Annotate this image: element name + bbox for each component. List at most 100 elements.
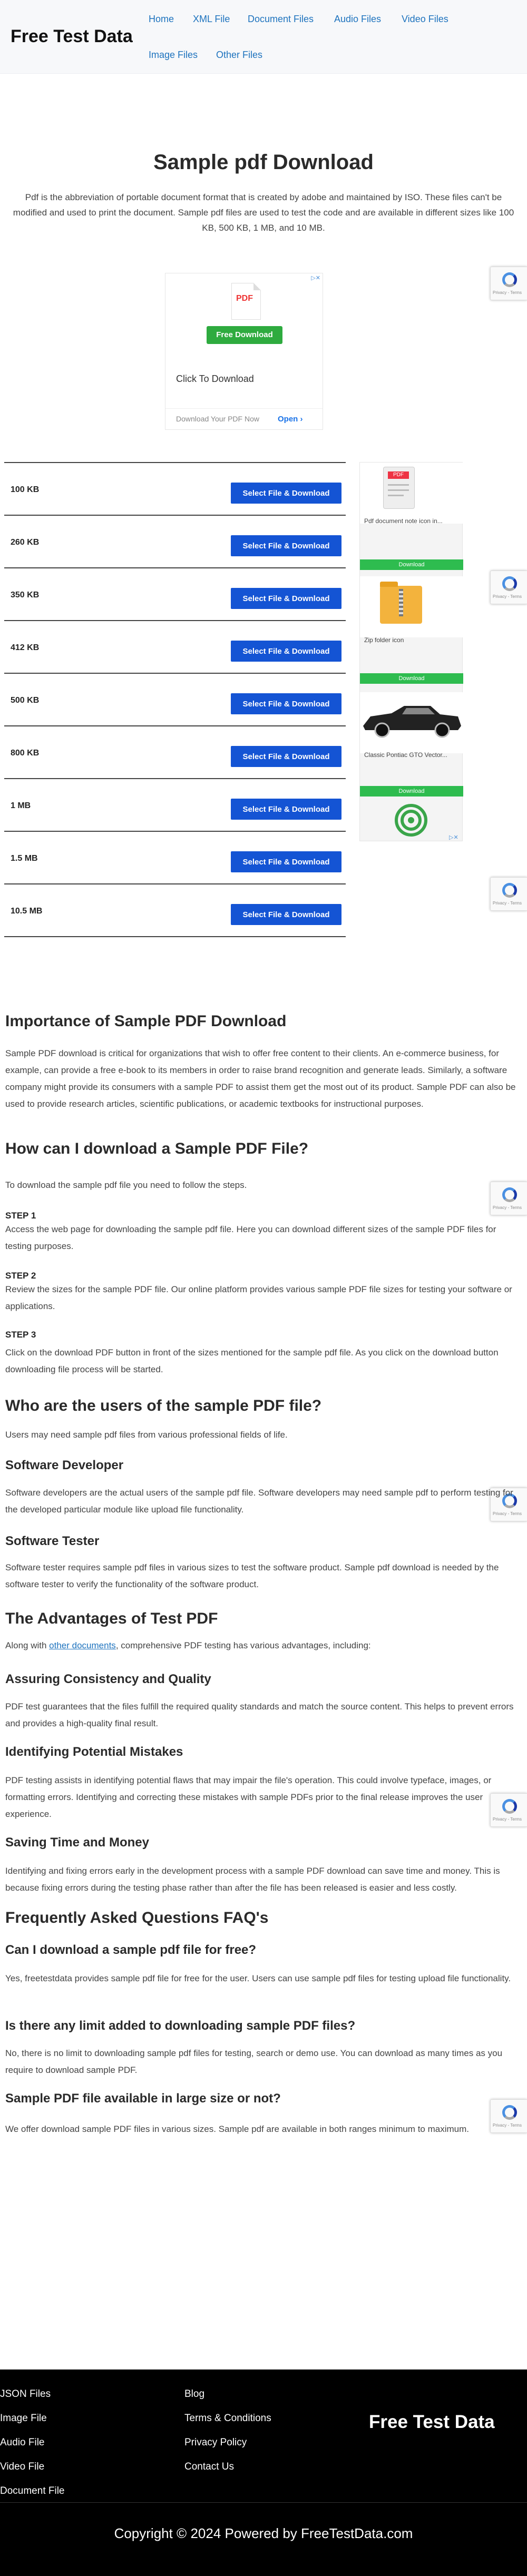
footer-link-image-file[interactable]: Image File xyxy=(0,2413,47,2424)
faq-question: Can I download a sample pdf file for fre… xyxy=(5,1943,257,1957)
table-row: 1 MB Select File & Download xyxy=(4,778,346,831)
side-ad-download-bar[interactable]: Download xyxy=(360,673,463,684)
ad-open-link[interactable]: Open › xyxy=(278,415,303,424)
paragraph: Software tester requires sample pdf file… xyxy=(5,1562,499,1589)
table-row: 10.5 MB Select File & Download xyxy=(4,883,346,936)
paragraph: Sample PDF download is critical for orga… xyxy=(5,1048,516,1109)
side-ad-image[interactable] xyxy=(360,576,463,637)
file-size: 10.5 MB xyxy=(11,907,43,916)
recaptcha-badge[interactable]: Privacy - Terms xyxy=(490,267,527,300)
table-row: 350 KB Select File & Download xyxy=(4,567,346,620)
paragraph: Software developers are the actual users… xyxy=(5,1488,513,1515)
subsection-heading: Software Developer xyxy=(5,1458,124,1472)
side-ad-caption[interactable]: Classic Pontiac GTO Vector... xyxy=(364,751,447,759)
footer-link-audio-file[interactable]: Audio File xyxy=(0,2437,45,2449)
faq-question: Is there any limit added to downloading … xyxy=(5,2019,356,2033)
section-heading: Who are the users of the sample PDF file… xyxy=(5,1397,322,1414)
subsection-heading: Saving Time and Money xyxy=(5,1835,149,1850)
nav-video-files[interactable]: Video Files xyxy=(402,14,448,25)
download-button[interactable]: Select File & Download xyxy=(231,851,341,872)
classic-car-icon xyxy=(363,706,461,738)
footer-link-terms[interactable]: Terms & Conditions xyxy=(184,2413,271,2424)
site-logo[interactable]: Free Test Data xyxy=(11,26,133,47)
ad-choices-icon[interactable]: ▷✕ xyxy=(311,274,320,281)
section-heading: The Advantages of Test PDF xyxy=(5,1610,218,1627)
table-bottom-border xyxy=(4,936,346,937)
download-ad[interactable]: ▷✕ PDF Free Download Click To Download D… xyxy=(165,273,323,430)
file-size: 1 MB xyxy=(11,801,31,810)
other-documents-link[interactable]: other documents xyxy=(49,1640,116,1650)
paragraph: PDF testing assists in identifying poten… xyxy=(5,1775,492,1819)
nav-other-files[interactable]: Other Files xyxy=(216,50,262,61)
paragraph: Access the web page for downloading the … xyxy=(5,1224,496,1251)
nav-document-files[interactable]: Document Files xyxy=(248,14,314,25)
download-button[interactable]: Select File & Download xyxy=(231,693,341,714)
paragraph: Click on the download PDF button in fron… xyxy=(5,1348,499,1374)
download-button[interactable]: Select File & Download xyxy=(231,904,341,925)
nav-image-files[interactable]: Image Files xyxy=(149,50,198,61)
section-heading: How can I download a Sample PDF File? xyxy=(5,1140,309,1157)
table-row: 1.5 MB Select File & Download xyxy=(4,831,346,883)
download-button[interactable]: Select File & Download xyxy=(231,799,341,820)
recaptcha-icon xyxy=(502,272,517,287)
intro-paragraph: Pdf is the abbreviation of portable docu… xyxy=(13,192,514,233)
page-title: Sample pdf Download xyxy=(153,151,374,174)
side-ad[interactable]: PDF Pdf document note icon in... Downloa… xyxy=(359,462,463,841)
side-ad-image[interactable]: PDF xyxy=(360,463,463,524)
footer-link-video-file[interactable]: Video File xyxy=(0,2461,44,2473)
file-size: 500 KB xyxy=(11,696,40,705)
download-button[interactable]: Select File & Download xyxy=(231,588,341,609)
step-heading: STEP 1 xyxy=(5,1211,36,1221)
paragraph: Review the sizes for the sample PDF file… xyxy=(5,1284,512,1311)
faq-answer: No, there is no limit to downloading sam… xyxy=(5,2048,503,2075)
side-ad-caption[interactable]: Pdf document note icon in... xyxy=(364,517,443,525)
site-header: Free Test Data Home XML File Document Fi… xyxy=(0,0,527,74)
download-button[interactable]: Select File & Download xyxy=(231,641,341,662)
recaptcha-badge[interactable]: Privacy - Terms xyxy=(490,877,527,911)
pdf-document-icon: PDF xyxy=(383,467,415,509)
file-size: 412 KB xyxy=(11,643,40,652)
file-size: 1.5 MB xyxy=(11,854,38,863)
side-ad-download-bar[interactable]: Download xyxy=(360,786,463,797)
footer-link-contact[interactable]: Contact Us xyxy=(184,2461,234,2473)
footer-link-blog[interactable]: Blog xyxy=(184,2388,204,2400)
recaptcha-icon xyxy=(502,2105,517,2120)
download-button[interactable]: Select File & Download xyxy=(231,746,341,767)
footer-link-document-file[interactable]: Document File xyxy=(0,2485,65,2497)
faq-answer: Yes, freetestdata provides sample pdf fi… xyxy=(5,1973,511,1983)
footer-link-json-files[interactable]: JSON Files xyxy=(0,2388,51,2400)
zip-folder-icon xyxy=(380,582,422,624)
file-size: 350 KB xyxy=(11,591,40,599)
download-button[interactable]: Select File & Download xyxy=(231,483,341,504)
subsection-heading: Software Tester xyxy=(5,1534,100,1548)
paragraph: Users may need sample pdf files from var… xyxy=(5,1430,288,1440)
recaptcha-icon xyxy=(502,883,517,898)
subsection-heading: Assuring Consistency and Quality xyxy=(5,1672,211,1686)
download-button[interactable]: Select File & Download xyxy=(231,535,341,556)
copyright-text: Copyright © 2024 Powered by FreeTestData… xyxy=(114,2525,413,2541)
recaptcha-badge[interactable]: Privacy - Terms xyxy=(490,571,527,604)
ad-click-text[interactable]: Click To Download xyxy=(176,373,254,385)
side-ad-caption[interactable]: Zip folder icon xyxy=(364,636,404,644)
ad-choices-icon[interactable]: ▷✕ xyxy=(449,834,458,841)
table-row: 500 KB Select File & Download xyxy=(4,673,346,725)
table-row: 800 KB Select File & Download xyxy=(4,725,346,778)
nav-xml-file[interactable]: XML File xyxy=(193,14,230,25)
step-heading: STEP 2 xyxy=(5,1271,36,1281)
paragraph: PDF test guarantees that the files fulfi… xyxy=(5,1702,514,1728)
side-ad-image[interactable] xyxy=(360,692,463,753)
paragraph: Identifying and fixing errors early in t… xyxy=(5,1866,500,1893)
section-heading: Importance of Sample PDF Download xyxy=(5,1012,287,1030)
paragraph: Along with other documents, comprehensiv… xyxy=(5,1640,371,1650)
nav-home[interactable]: Home xyxy=(149,14,174,25)
ad-footer-text: Download Your PDF Now xyxy=(176,415,259,423)
subsection-heading: Identifying Potential Mistakes xyxy=(5,1745,183,1759)
side-ad-download-bar[interactable]: Download xyxy=(360,559,463,570)
faq-question: Sample PDF file available in large size … xyxy=(5,2091,281,2106)
nav-audio-files[interactable]: Audio Files xyxy=(334,14,381,25)
footer-logo[interactable]: Free Test Data xyxy=(369,2412,495,2433)
faq-answer: We offer download sample PDF files in va… xyxy=(5,2124,469,2134)
step-heading: STEP 3 xyxy=(5,1330,36,1340)
ad-free-download-button[interactable]: Free Download xyxy=(207,326,282,344)
footer-link-privacy[interactable]: Privacy Policy xyxy=(184,2437,247,2449)
